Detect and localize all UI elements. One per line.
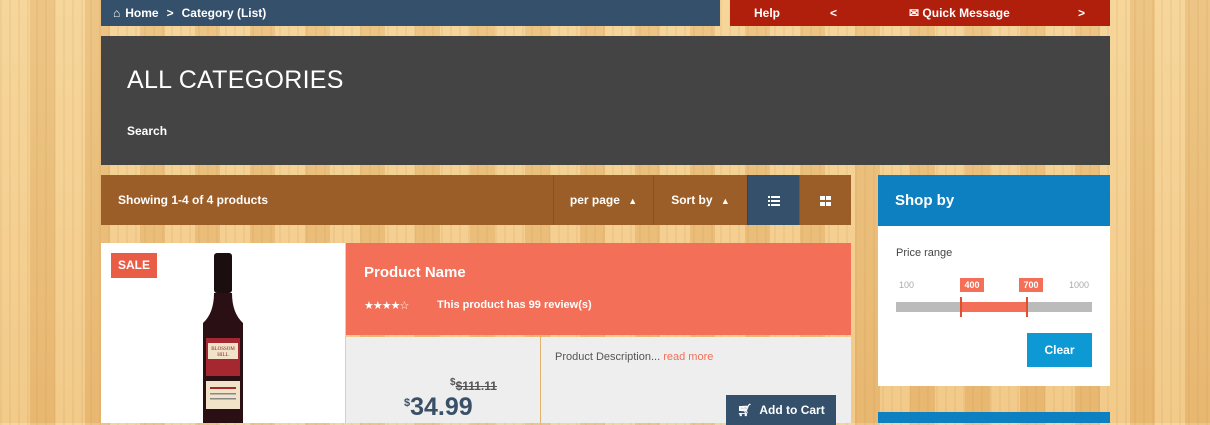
sort-updown-icon: ▲︎ bbox=[628, 196, 638, 206]
add-to-cart-label: Add to Cart bbox=[759, 403, 825, 417]
product-name[interactable]: Product Name bbox=[364, 264, 466, 281]
sort-by-label: Sort by bbox=[671, 193, 713, 207]
list-view-button[interactable] bbox=[747, 175, 799, 225]
home-icon[interactable]: ⌂ bbox=[113, 6, 120, 20]
search-link[interactable]: Search bbox=[127, 124, 167, 138]
breadcrumb: ⌂ Home > Category (List) bbox=[101, 0, 720, 26]
rating-stars: ★★★★☆ bbox=[364, 300, 409, 312]
range-low-value: 400 bbox=[960, 278, 984, 292]
price-range-label: Price range bbox=[896, 247, 953, 259]
quick-message-label: Quick Message bbox=[922, 6, 1010, 20]
help-link[interactable]: Help bbox=[754, 0, 780, 26]
shop-by-title: Shop by bbox=[895, 192, 955, 209]
cart-icon: 🛒︎ bbox=[737, 403, 753, 417]
current-price: $34.99 bbox=[404, 393, 473, 422]
range-max-label: 1000 bbox=[1069, 280, 1090, 290]
clear-button[interactable]: Clear bbox=[1027, 333, 1092, 367]
svg-text:HILL: HILL bbox=[217, 353, 228, 358]
price-currency: $ bbox=[404, 397, 411, 409]
per-page-label: per page bbox=[569, 193, 620, 207]
price-slider-high-handle[interactable] bbox=[1025, 297, 1028, 317]
sort-updown-icon: ▲︎ bbox=[720, 196, 730, 206]
grid-view-button[interactable] bbox=[799, 175, 851, 225]
sort-by-select[interactable]: Sort by ▲︎ bbox=[653, 175, 747, 225]
shop-by-header: Shop by bbox=[878, 175, 1110, 226]
range-min-label: 100 bbox=[899, 280, 915, 290]
next-arrow-button[interactable]: > bbox=[1078, 0, 1085, 26]
next-filter-header bbox=[878, 412, 1110, 423]
category-header: ALL CATEGORIES Search bbox=[101, 36, 1110, 165]
price-value: 34.99 bbox=[410, 393, 473, 421]
read-more-link[interactable]: read more bbox=[663, 351, 713, 363]
price-slider-low-handle[interactable] bbox=[960, 297, 963, 317]
product-description: Product Description... read more bbox=[555, 351, 713, 363]
quick-message-link[interactable]: ✉ Quick Message bbox=[909, 0, 1010, 26]
grid-icon bbox=[820, 195, 831, 206]
page-title: ALL CATEGORIES bbox=[127, 66, 344, 94]
add-to-cart-button[interactable]: 🛒︎ Add to Cart bbox=[726, 395, 836, 425]
price-range-filter: Price range 100 400 700 1000 Clear bbox=[878, 226, 1110, 386]
product-description-box: Product Description... read more 🛒︎ Add … bbox=[541, 337, 851, 425]
product-header: Product Name ★★★★☆ This product has 99 r… bbox=[346, 243, 851, 335]
description-text: Product Description... bbox=[555, 351, 661, 363]
chevron-right-icon: > bbox=[166, 6, 174, 20]
product-count: Showing 1-4 of 4 products bbox=[118, 193, 269, 207]
product-toolbar: Showing 1-4 of 4 products per page ▲︎ So… bbox=[101, 175, 851, 225]
old-price: $$111.11 bbox=[450, 377, 497, 393]
help-bar: Help < ✉ Quick Message > bbox=[730, 0, 1110, 26]
prev-arrow-button[interactable]: < bbox=[830, 0, 837, 26]
price-box: $$111.11 $34.99 bbox=[346, 337, 540, 423]
old-price-value: $111.11 bbox=[455, 379, 497, 393]
breadcrumb-current: Category (List) bbox=[181, 6, 267, 20]
wine-bottle-image: BLOSSOM HILL bbox=[203, 253, 243, 423]
product-image[interactable]: SALE BLOSSOM HILL bbox=[101, 243, 345, 423]
sale-badge: SALE bbox=[111, 253, 157, 278]
breadcrumb-home[interactable]: Home bbox=[125, 6, 158, 20]
review-count[interactable]: This product has 99 review(s) bbox=[437, 299, 592, 311]
envelope-icon: ✉ bbox=[909, 6, 920, 20]
price-slider-fill bbox=[961, 302, 1027, 312]
range-high-value: 700 bbox=[1019, 278, 1043, 292]
per-page-select[interactable]: per page ▲︎ bbox=[553, 175, 653, 225]
svg-text:BLOSSOM: BLOSSOM bbox=[211, 347, 235, 352]
list-icon bbox=[767, 195, 780, 206]
price-slider-track[interactable] bbox=[896, 297, 1092, 317]
